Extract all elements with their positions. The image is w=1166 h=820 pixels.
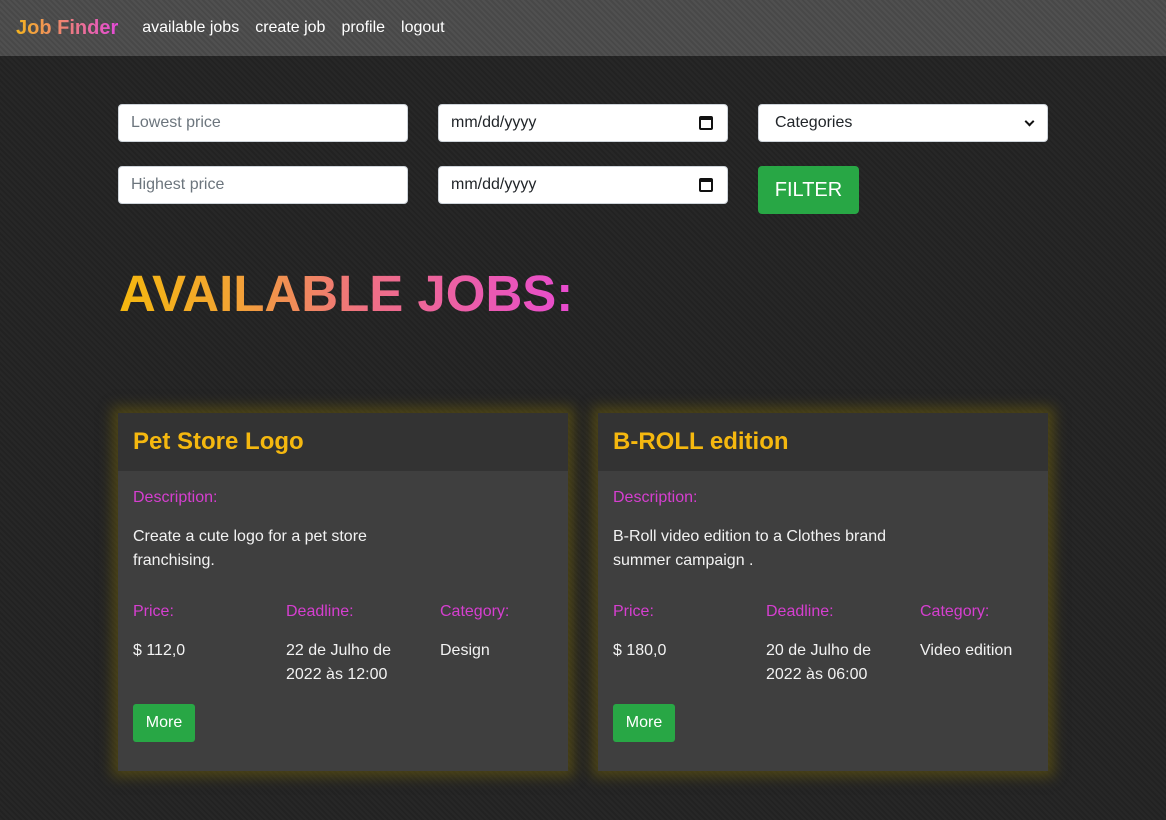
nav-link-profile[interactable]: profile — [341, 19, 385, 37]
job-card-header: Pet Store Logo — [118, 413, 568, 471]
deadline-label: Deadline: — [286, 603, 354, 620]
lowest-price-placeholder: Lowest price — [131, 114, 221, 131]
nav-link-available-jobs[interactable]: available jobs — [142, 19, 239, 37]
job-description: B-Roll video edition to a Clothes brand … — [613, 528, 887, 569]
price-label: Price: — [133, 603, 174, 620]
job-card: Pet Store Logo Description: Create a cut… — [118, 413, 568, 771]
description-label: Description: — [613, 489, 698, 506]
category-label: Category: — [920, 603, 990, 620]
job-deadline: 22 de Julho de 2022 às 12:00 — [286, 642, 391, 683]
categories-select[interactable]: Categories — [758, 104, 1048, 142]
lowest-price-input[interactable]: Lowest price — [118, 104, 408, 142]
date-from-placeholder: mm/dd/yyyy — [451, 114, 537, 131]
more-button[interactable]: More — [133, 704, 195, 742]
job-deadline: 20 de Julho de 2022 às 06:00 — [766, 642, 871, 683]
calendar-icon[interactable] — [699, 116, 713, 130]
category-label: Category: — [440, 603, 510, 620]
job-description: Create a cute logo for a pet store franc… — [133, 528, 367, 569]
categories-selected-value: Categories — [775, 114, 853, 131]
job-title: B-ROLL edition — [613, 428, 789, 455]
job-category: Design — [440, 642, 490, 659]
date-to-placeholder: mm/dd/yyyy — [451, 176, 537, 193]
nav-link-logout[interactable]: logout — [401, 19, 445, 37]
job-title: Pet Store Logo — [133, 428, 304, 455]
nav-link-create-job[interactable]: create job — [255, 19, 325, 37]
price-label: Price: — [613, 603, 654, 620]
job-price: $ 112,0 — [133, 642, 186, 659]
filter-button[interactable]: FILTER — [758, 166, 859, 214]
navbar: Job Finder available jobs create job pro… — [0, 0, 1166, 56]
more-button[interactable]: More — [613, 704, 675, 742]
page-title: AVAILABLE JOBS: — [119, 265, 574, 322]
highest-price-placeholder: Highest price — [131, 176, 225, 193]
date-to-input[interactable]: mm/dd/yyyy — [438, 166, 728, 204]
job-card: B-ROLL edition Description: B-Roll video… — [598, 413, 1048, 771]
deadline-label: Deadline: — [766, 603, 834, 620]
brand-logo[interactable]: Job Finder — [16, 17, 118, 40]
job-price: $ 180,0 — [613, 642, 667, 659]
job-category: Video edition — [920, 642, 1013, 659]
date-from-input[interactable]: mm/dd/yyyy — [438, 104, 728, 142]
calendar-icon[interactable] — [699, 178, 713, 192]
description-label: Description: — [133, 489, 218, 506]
chevron-down-icon — [1024, 116, 1035, 126]
highest-price-input[interactable]: Highest price — [118, 166, 408, 204]
job-card-header: B-ROLL edition — [598, 413, 1048, 471]
